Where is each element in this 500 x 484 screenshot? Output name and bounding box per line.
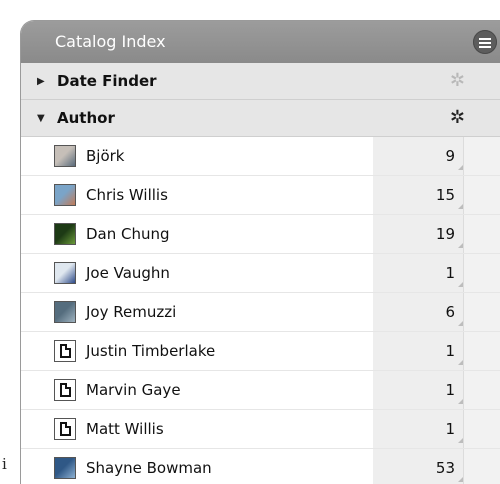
resize-corner-icon [458, 477, 463, 482]
photo-thumbnail [54, 223, 76, 245]
author-count: 9 [445, 147, 455, 165]
author-name: Matt Willis [86, 420, 164, 438]
panel-titlebar: Catalog Index [21, 21, 500, 63]
section-label: Date Finder [57, 72, 157, 90]
section-date-finder[interactable]: ▶ Date Finder ✲ [21, 63, 500, 100]
photo-thumbnail [54, 457, 76, 479]
section-label: Author [57, 109, 115, 127]
author-name: Marvin Gaye [86, 381, 181, 399]
author-name: Joe Vaughn [86, 264, 170, 282]
resize-corner-icon [458, 438, 463, 443]
author-row[interactable]: Björk 9 [21, 137, 500, 176]
photo-thumbnail [54, 145, 76, 167]
resize-corner-icon [458, 204, 463, 209]
resize-corner-icon [458, 360, 463, 365]
author-row[interactable]: Marvin Gaye 1 [21, 371, 500, 410]
count-cell: 1 [373, 332, 463, 370]
resize-corner-icon [458, 243, 463, 248]
author-row[interactable]: Chris Willis 15 [21, 176, 500, 215]
count-cell: 53 [373, 449, 463, 484]
document-icon [54, 340, 76, 362]
author-row[interactable]: Justin Timberlake 1 [21, 332, 500, 371]
count-cell: 1 [373, 371, 463, 409]
gear-icon[interactable]: ✲ [450, 72, 465, 90]
author-count: 19 [435, 225, 455, 243]
author-name: Chris Willis [86, 186, 168, 204]
author-count: 1 [445, 264, 455, 282]
resize-corner-icon [458, 165, 463, 170]
count-cell: 6 [373, 293, 463, 331]
author-list: Björk 9 Chris Willis 15 Dan Chung 19 Joe Vaugh… [21, 137, 500, 484]
author-name: Shayne Bowman [86, 459, 212, 477]
menu-icon[interactable] [473, 30, 497, 54]
resize-corner-icon [458, 282, 463, 287]
author-name: Joy Remuzzi [86, 303, 177, 321]
author-row[interactable]: Dan Chung 19 [21, 215, 500, 254]
disclosure-right-icon[interactable]: ▶ [37, 76, 47, 87]
author-row[interactable]: Joe Vaughn 1 [21, 254, 500, 293]
section-author[interactable]: ▼ Author ✲ [21, 100, 500, 137]
gear-icon[interactable]: ✲ [450, 109, 465, 127]
author-name: Dan Chung [86, 225, 170, 243]
panel-title: Catalog Index [55, 32, 166, 51]
disclosure-down-icon[interactable]: ▼ [37, 113, 47, 124]
photo-thumbnail [54, 184, 76, 206]
count-cell: 1 [373, 254, 463, 292]
count-cell: 1 [373, 410, 463, 448]
author-row[interactable]: Shayne Bowman 53 [21, 449, 500, 484]
author-row[interactable]: Joy Remuzzi 6 [21, 293, 500, 332]
author-count: 1 [445, 381, 455, 399]
document-glyph [59, 383, 71, 397]
resize-corner-icon [458, 399, 463, 404]
count-cell: 15 [373, 176, 463, 214]
stray-text: i [2, 455, 7, 473]
author-name: Björk [86, 147, 125, 165]
author-row[interactable]: Matt Willis 1 [21, 410, 500, 449]
photo-thumbnail [54, 301, 76, 323]
author-count: 1 [445, 420, 455, 438]
author-count: 15 [435, 186, 455, 204]
document-glyph [59, 422, 71, 436]
catalog-index-panel: Catalog Index ▶ Date Finder ✲ ▼ Author ✲… [20, 20, 500, 484]
photo-thumbnail [54, 262, 76, 284]
author-count: 1 [445, 342, 455, 360]
author-count: 6 [445, 303, 455, 321]
document-glyph [59, 344, 71, 358]
author-count: 53 [435, 459, 455, 477]
resize-corner-icon [458, 321, 463, 326]
count-cell: 19 [373, 215, 463, 253]
document-icon [54, 379, 76, 401]
document-icon [54, 418, 76, 440]
author-name: Justin Timberlake [86, 342, 216, 360]
count-cell: 9 [373, 137, 463, 175]
